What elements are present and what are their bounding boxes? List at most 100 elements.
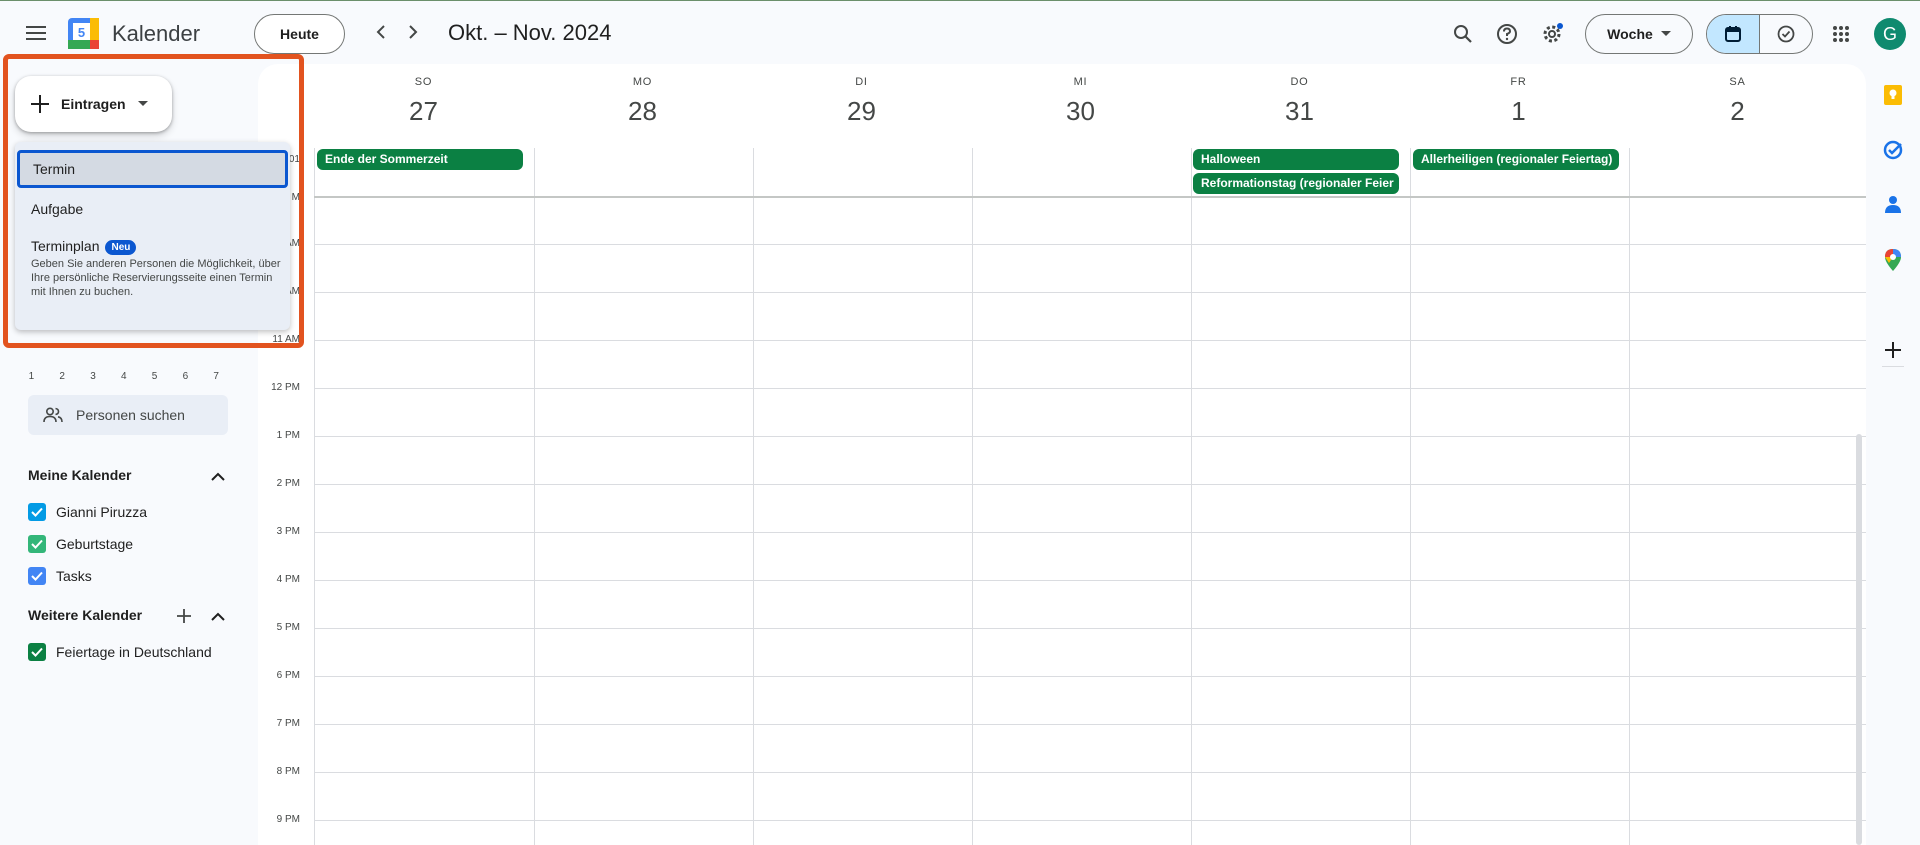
next-week-button[interactable] bbox=[400, 19, 426, 45]
app-title: Kalender bbox=[112, 21, 201, 46]
account-avatar[interactable]: G bbox=[1874, 18, 1906, 50]
main-menu-button[interactable] bbox=[20, 17, 52, 49]
my-calendars-title[interactable]: Meine Kalender bbox=[28, 467, 131, 483]
add-other-calendar-button[interactable] bbox=[173, 605, 195, 627]
calendar-checkbox[interactable] bbox=[28, 535, 46, 553]
caret-down-icon bbox=[137, 101, 148, 106]
today-button[interactable]: Heute bbox=[254, 14, 345, 54]
day-header[interactable]: MO 28 bbox=[533, 64, 752, 127]
day-number[interactable]: 1 bbox=[1409, 96, 1628, 127]
mini-calendar-day[interactable]: 7 bbox=[201, 371, 232, 382]
day-header[interactable]: DO 31 bbox=[1190, 64, 1409, 127]
calendar-checkbox[interactable] bbox=[28, 567, 46, 585]
day-number[interactable]: 27 bbox=[314, 96, 533, 127]
calendar-tasks-toggle bbox=[1706, 14, 1813, 54]
chevron-up-icon bbox=[211, 472, 225, 481]
day-number[interactable]: 29 bbox=[752, 96, 971, 127]
people-icon bbox=[43, 407, 63, 423]
hour-line bbox=[314, 676, 1866, 677]
caret-down-icon bbox=[1660, 31, 1671, 36]
time-label: 11 AM bbox=[272, 334, 300, 345]
tasks-icon bbox=[1883, 140, 1903, 160]
mini-calendar-day[interactable]: 3 bbox=[78, 371, 109, 382]
mini-calendar-day[interactable]: 6 bbox=[170, 371, 201, 382]
menu-item-appointment-schedule[interactable]: Terminplan Neu bbox=[15, 238, 290, 255]
tasks-button[interactable] bbox=[1881, 138, 1905, 162]
day-header[interactable]: FR 1 bbox=[1409, 64, 1628, 127]
plus-icon bbox=[177, 609, 191, 623]
search-button[interactable] bbox=[1446, 17, 1480, 51]
day-header[interactable]: SA 2 bbox=[1628, 64, 1847, 127]
hour-line bbox=[314, 724, 1866, 725]
day-number[interactable]: 28 bbox=[533, 96, 752, 127]
tasks-view-toggle[interactable] bbox=[1760, 15, 1812, 53]
calendar-item-label: Feiertage in Deutschland bbox=[56, 644, 212, 660]
menu-item-event[interactable]: Termin bbox=[17, 150, 288, 188]
calendar-icon bbox=[1725, 26, 1741, 42]
previous-week-button[interactable] bbox=[368, 19, 394, 45]
calendar-item[interactable]: Geburtstage bbox=[28, 535, 133, 553]
day-name: FR bbox=[1510, 76, 1527, 88]
logo-day-number: 5 bbox=[78, 25, 85, 40]
collapse-my-calendars-button[interactable] bbox=[207, 465, 229, 487]
day-header[interactable]: MI 30 bbox=[971, 64, 1190, 127]
apps-launcher-button[interactable] bbox=[1824, 17, 1858, 51]
collapse-other-calendars-button[interactable] bbox=[207, 605, 229, 627]
keep-button[interactable] bbox=[1881, 83, 1905, 107]
checkmark-icon bbox=[31, 571, 43, 581]
contacts-button[interactable] bbox=[1881, 193, 1905, 217]
date-range-title: Okt. – Nov. 2024 bbox=[448, 20, 612, 45]
day-column-divider bbox=[1410, 148, 1411, 845]
hour-line bbox=[314, 628, 1866, 629]
day-header[interactable]: DI 29 bbox=[752, 64, 971, 127]
people-search-input[interactable]: Personen suchen bbox=[28, 395, 228, 435]
plus-icon bbox=[1885, 342, 1901, 358]
day-header[interactable]: SO 27 bbox=[314, 64, 533, 127]
chevron-left-icon bbox=[376, 25, 385, 39]
mini-calendar-day[interactable]: 2 bbox=[47, 371, 78, 382]
day-number[interactable]: 2 bbox=[1628, 96, 1847, 127]
hour-line bbox=[314, 820, 1866, 821]
chevron-right-icon bbox=[409, 25, 418, 39]
allday-event[interactable]: Halloween bbox=[1193, 149, 1399, 170]
mini-calendar-day[interactable]: 1 bbox=[16, 371, 47, 382]
time-label: 3 PM bbox=[276, 526, 300, 537]
calendar-item-label: Gianni Piruzza bbox=[56, 504, 148, 520]
time-label: 6 PM bbox=[276, 670, 300, 681]
allday-event[interactable]: Ende der Sommerzeit bbox=[317, 149, 523, 170]
hamburger-menu-icon bbox=[26, 26, 46, 40]
day-number[interactable]: 30 bbox=[971, 96, 1190, 127]
menu-item-task[interactable]: Aufgabe bbox=[15, 201, 290, 217]
maps-button[interactable] bbox=[1881, 248, 1905, 272]
add-addon-button[interactable] bbox=[1881, 338, 1905, 362]
hour-line bbox=[314, 340, 1866, 341]
grid-scrollbar[interactable] bbox=[1856, 434, 1862, 845]
maps-pin-icon bbox=[1885, 249, 1901, 271]
settings-button[interactable] bbox=[1535, 17, 1569, 51]
checkmark-icon bbox=[31, 647, 43, 657]
day-column-divider bbox=[534, 148, 535, 845]
calendar-item[interactable]: Feiertage in Deutschland bbox=[28, 643, 212, 661]
hour-line bbox=[314, 772, 1866, 773]
calendar-item-label: Tasks bbox=[56, 568, 92, 584]
menu-item-label: Terminplan bbox=[31, 238, 100, 254]
calendar-item[interactable]: Gianni Piruzza bbox=[28, 503, 147, 521]
calendar-checkbox[interactable] bbox=[28, 503, 46, 521]
create-button[interactable]: Eintragen bbox=[15, 76, 172, 132]
people-search-placeholder: Personen suchen bbox=[76, 407, 185, 423]
day-number[interactable]: 31 bbox=[1190, 96, 1409, 127]
other-calendars-title[interactable]: Weitere Kalender bbox=[28, 607, 142, 623]
view-select-dropdown[interactable]: Woche bbox=[1585, 14, 1693, 54]
calendar-view-toggle[interactable] bbox=[1707, 15, 1760, 53]
keep-notes-icon bbox=[1884, 85, 1902, 105]
calendar-logo-icon[interactable]: 5 bbox=[68, 18, 99, 49]
calendar-item[interactable]: Tasks bbox=[28, 567, 92, 585]
new-badge: Neu bbox=[105, 240, 137, 255]
calendar-checkbox[interactable] bbox=[28, 643, 46, 661]
allday-event[interactable]: Reformationstag (regionaler Feier bbox=[1193, 173, 1399, 194]
help-button[interactable] bbox=[1490, 17, 1524, 51]
mini-calendar-day[interactable]: 5 bbox=[139, 371, 170, 382]
hour-line bbox=[314, 484, 1866, 485]
allday-event[interactable]: Allerheiligen (regionaler Feiertag) bbox=[1413, 149, 1619, 170]
mini-calendar-day[interactable]: 4 bbox=[108, 371, 139, 382]
